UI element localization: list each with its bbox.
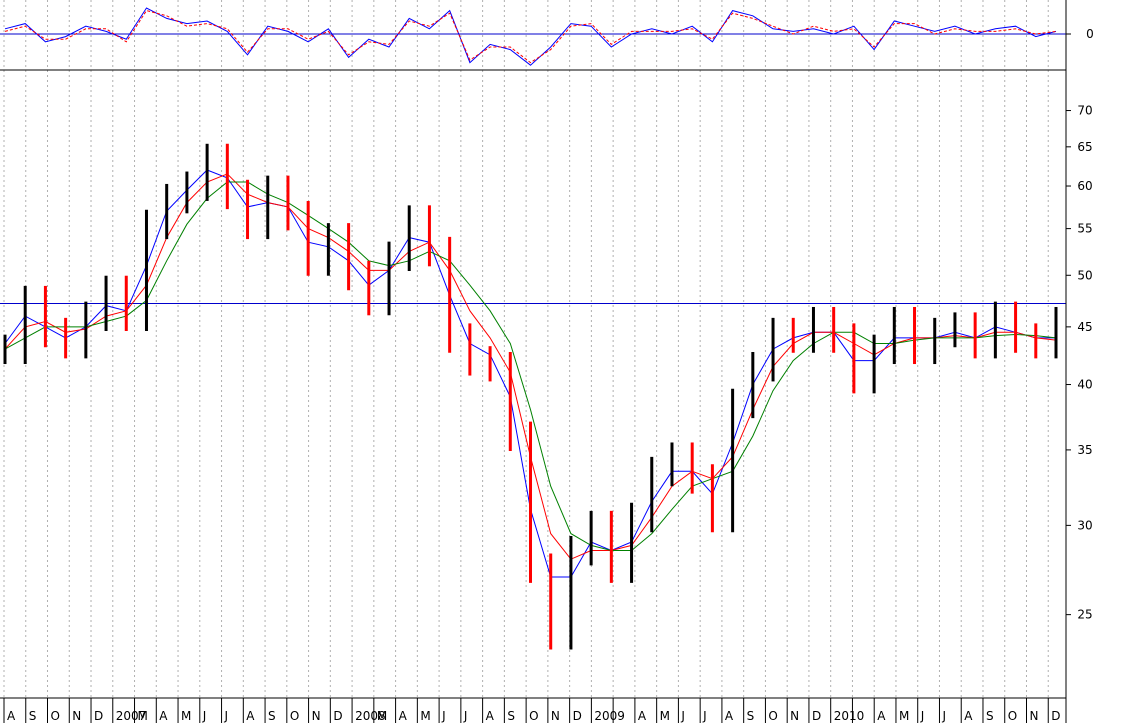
x-tick-label: M bbox=[138, 709, 148, 723]
price-y-tick-label: 25 bbox=[1077, 608, 1092, 622]
x-tick-label: O bbox=[768, 709, 777, 723]
x-tick-label: N bbox=[1029, 709, 1038, 723]
x-tick-label: D bbox=[573, 709, 582, 723]
price-y-tick-label: 30 bbox=[1077, 518, 1092, 532]
x-tick-label: J bbox=[463, 709, 468, 723]
x-tick-label: O bbox=[290, 709, 299, 723]
x-tick-label: J bbox=[224, 709, 229, 723]
x-tick-label: A bbox=[725, 709, 734, 723]
x-tick-label: A bbox=[159, 709, 168, 723]
x-tick-label: J bbox=[920, 709, 925, 723]
chart-stage: 0 25 30 35 40 45 50 55 60 65 70 A S O N D 2007 M A M J J A S O N D… bbox=[0, 0, 1124, 723]
chart-background bbox=[0, 0, 1124, 723]
x-tick-label: J bbox=[680, 709, 685, 723]
x-tick-label: S bbox=[747, 709, 755, 723]
x-tick-label: A bbox=[486, 709, 495, 723]
x-tick-label: M bbox=[899, 709, 909, 723]
x-tick-label: D bbox=[812, 709, 821, 723]
x-tick-label: 2010 bbox=[834, 709, 865, 723]
price-y-tick-label: 70 bbox=[1077, 104, 1092, 118]
x-tick-label: A bbox=[638, 709, 647, 723]
x-tick-label: O bbox=[1008, 709, 1017, 723]
price-y-tick-label: 35 bbox=[1077, 443, 1092, 457]
x-tick-label: N bbox=[551, 709, 560, 723]
x-tick-label: J bbox=[702, 709, 707, 723]
x-tick-label: M bbox=[660, 709, 670, 723]
x-tick-label: M bbox=[181, 709, 191, 723]
x-tick-label: S bbox=[29, 709, 37, 723]
price-y-tick-label: 40 bbox=[1077, 378, 1092, 392]
x-tick-label: J bbox=[941, 709, 946, 723]
price-y-tick-label: 65 bbox=[1077, 140, 1092, 154]
x-tick-label: N bbox=[790, 709, 799, 723]
oscillator-y-tick-label: 0 bbox=[1086, 27, 1094, 41]
x-tick-label: N bbox=[72, 709, 81, 723]
x-tick-label: O bbox=[51, 709, 60, 723]
price-y-tick-label: 55 bbox=[1077, 222, 1092, 236]
x-tick-label: O bbox=[529, 709, 538, 723]
x-tick-label: A bbox=[399, 709, 408, 723]
x-tick-label: J bbox=[202, 709, 207, 723]
stock-chart: 025303540455055606570A S O N D 2007M A M J J A S O N D… bbox=[0, 0, 1124, 723]
x-tick-label: S bbox=[268, 709, 276, 723]
x-tick-label: N bbox=[312, 709, 321, 723]
x-tick-label: D bbox=[1051, 709, 1060, 723]
x-tick-label: D bbox=[94, 709, 103, 723]
x-tick-label: A bbox=[964, 709, 973, 723]
x-tick-label: A bbox=[246, 709, 255, 723]
x-tick-label: A bbox=[877, 709, 886, 723]
x-tick-label: S bbox=[507, 709, 515, 723]
price-y-tick-label: 60 bbox=[1077, 179, 1092, 193]
x-tick-label: 2009 bbox=[594, 709, 625, 723]
x-tick-label: A bbox=[7, 709, 16, 723]
x-tick-label: M bbox=[377, 709, 387, 723]
x-tick-label: D bbox=[333, 709, 342, 723]
x-tick-label: S bbox=[986, 709, 994, 723]
x-tick-label: M bbox=[420, 709, 430, 723]
price-y-tick-label: 45 bbox=[1077, 320, 1092, 334]
x-tick-label: J bbox=[441, 709, 446, 723]
price-y-tick-label: 50 bbox=[1077, 268, 1092, 282]
